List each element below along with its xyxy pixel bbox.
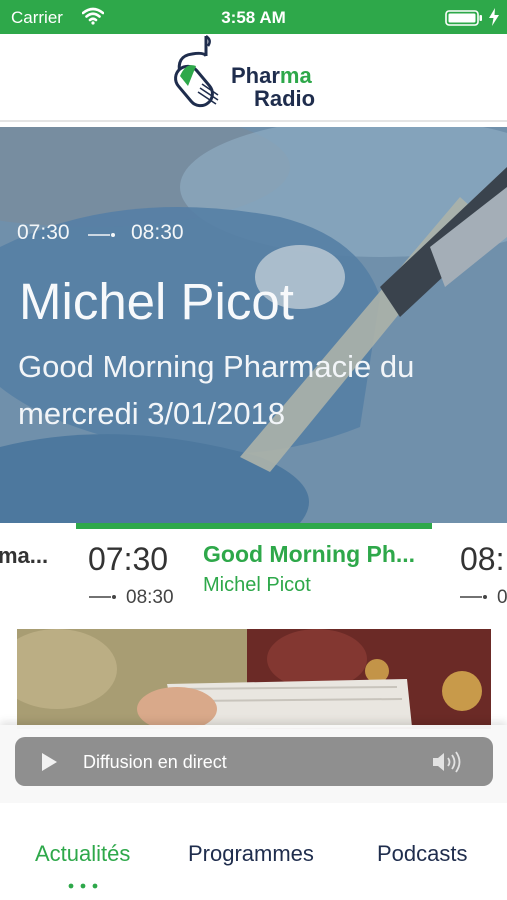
app-header: Pharma Radio xyxy=(0,34,507,120)
battery-icon xyxy=(445,10,482,26)
hero-show-title: Good Morning Pharmacie du mercredi 3/01/… xyxy=(18,349,415,431)
slot-host-name: Michel Picot xyxy=(203,574,311,596)
slot-show-title: Good Morning Ph... xyxy=(203,541,416,567)
logo-text-radio: Radio xyxy=(254,86,316,111)
active-slot-indicator xyxy=(76,523,432,529)
hero-start-time: 07:30 xyxy=(17,221,70,244)
tab-programmes[interactable]: Programmes xyxy=(188,841,314,867)
live-player[interactable]: Diffusion en direct xyxy=(15,737,493,786)
logo-text-green: ma xyxy=(279,63,312,88)
active-tab-dots-icon xyxy=(68,883,98,889)
hero-end-time: 08:30 xyxy=(131,221,184,244)
live-player-bar: Diffusion en direct xyxy=(0,725,507,803)
schedule-carousel[interactable]: ma... 07:30 08:30 Good Morning Ph... Mic… xyxy=(0,523,507,622)
clock: 3:58 AM xyxy=(221,8,286,27)
slot-start-time: 07:30 xyxy=(88,541,169,577)
volume-icon[interactable] xyxy=(431,749,465,775)
play-icon[interactable] xyxy=(41,752,58,772)
current-show-hero[interactable]: 07:30 08:30 Michel Picot Good Morning Ph… xyxy=(0,127,507,523)
time-range-arrow-icon xyxy=(460,595,487,599)
charging-icon xyxy=(489,8,499,26)
slot-end-time: 08:30 xyxy=(126,587,174,608)
next-slot-start-time: 08: xyxy=(460,541,505,577)
tab-actualites[interactable]: Actualités xyxy=(35,841,130,867)
time-range-arrow-icon xyxy=(89,595,116,599)
previous-slot-title[interactable]: ma... xyxy=(0,543,48,569)
status-bar: Carrier 3:58 AM xyxy=(0,0,507,34)
news-item-thumbnail[interactable] xyxy=(17,629,491,729)
app-logo-text: Pharma Radio xyxy=(231,64,315,110)
time-range-arrow-icon xyxy=(88,233,115,237)
next-slot-end-time: 0 xyxy=(497,587,507,608)
hero-host-name: Michel Picot xyxy=(19,273,294,330)
tab-podcasts[interactable]: Podcasts xyxy=(377,841,468,867)
live-stream-label: Diffusion en direct xyxy=(83,752,227,772)
news-thumbnail-image xyxy=(17,629,491,729)
header-divider xyxy=(0,120,507,122)
pharma-radio-logo-icon xyxy=(174,34,219,108)
bottom-tab-bar: Actualités Programmes Podcasts xyxy=(0,803,507,900)
logo-text-prefix: Phar xyxy=(231,63,280,88)
